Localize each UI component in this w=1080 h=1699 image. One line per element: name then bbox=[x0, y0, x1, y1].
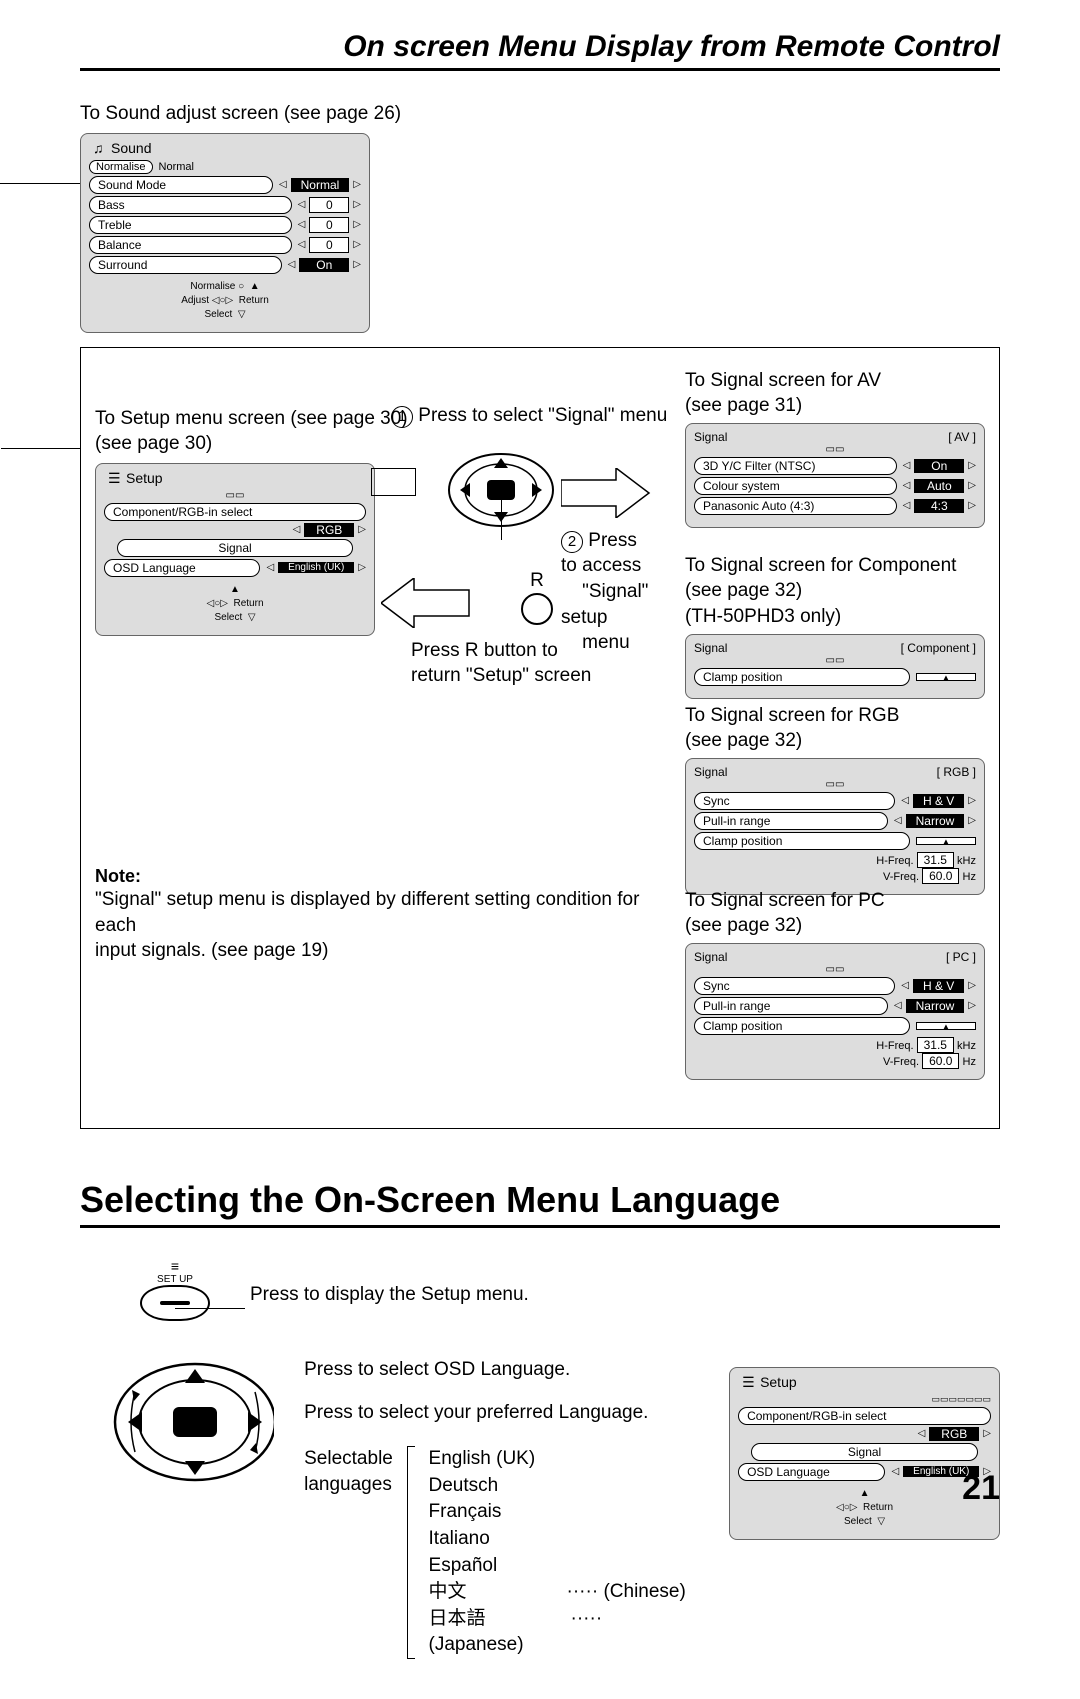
setup-button-icon bbox=[140, 1285, 210, 1321]
setup-btn-label: SET UP bbox=[140, 1274, 210, 1285]
row-label: Sound Mode bbox=[89, 176, 273, 194]
section2-step-c: Press to select your preferred Language. bbox=[304, 1400, 689, 1426]
note-text-1: "Signal" setup menu is displayed by diff… bbox=[95, 887, 655, 938]
signal-comp-cap-a: To Signal screen for Component bbox=[685, 553, 985, 579]
arrow-right-icon bbox=[561, 468, 651, 518]
return-text-a: Press R button to bbox=[411, 640, 558, 661]
row-label: Bass bbox=[89, 196, 292, 214]
section2-step-b: Press to select OSD Language. bbox=[304, 1357, 689, 1383]
small-box bbox=[371, 468, 416, 496]
signal-comp-cap-c: (TH-50PHD3 only) bbox=[685, 604, 985, 630]
selectable-b: languages bbox=[304, 1474, 392, 1495]
row-label: Surround bbox=[89, 256, 282, 274]
setup-osd-2: Setup ▭▭▭▭▭▭▭ Component/RGB-in select ◁R… bbox=[729, 1367, 1000, 1540]
signal-av-osd: Signal[ AV ] ▭▭ 3D Y/C Filter (NTSC)◁On▷… bbox=[685, 423, 985, 528]
row-value: 0 bbox=[309, 237, 349, 253]
setup-osd: Setup ▭▭ Component/RGB-in select ◁RGB▷ S… bbox=[95, 463, 375, 636]
row-label: Balance bbox=[89, 236, 292, 254]
signal-rgb-cap-b: (see page 32) bbox=[685, 728, 985, 754]
signal-pc-cap-a: To Signal screen for PC bbox=[685, 888, 985, 914]
note-label: Note: bbox=[95, 866, 655, 887]
normalise-state: Normal bbox=[159, 161, 194, 173]
signal-pc-cap-b: (see page 32) bbox=[685, 913, 985, 939]
arrow-left-icon bbox=[381, 578, 471, 628]
r-button-icon bbox=[521, 593, 553, 625]
leader-line bbox=[0, 183, 80, 184]
row-value: On bbox=[299, 258, 349, 272]
row-value: 0 bbox=[309, 197, 349, 213]
r-label: R bbox=[521, 568, 553, 594]
note-text-2: input signals. (see page 19) bbox=[95, 938, 655, 964]
osd-footer: Normalise ○ ▲ Adjust ◁○▷ Return Select ▽ bbox=[89, 280, 361, 322]
signal-comp-osd: Signal[ Component ] ▭▭ Clamp position bbox=[685, 634, 985, 699]
leader-line-2 bbox=[1, 448, 81, 449]
language-list: English (UK) Deutsch Français Italiano E… bbox=[429, 1446, 690, 1659]
row-label: Treble bbox=[89, 216, 292, 234]
row-value: Normal bbox=[291, 178, 350, 192]
step1-text: Press to select "Signal" menu bbox=[418, 405, 667, 426]
signal-comp-cap-b: (see page 32) bbox=[685, 578, 985, 604]
section2-step-a: Press to display the Setup menu. bbox=[250, 1282, 529, 1308]
page-number: 21 bbox=[962, 1469, 1000, 1508]
signal-av-cap-b: (see page 31) bbox=[685, 393, 985, 419]
signal-pc-osd: Signal[ PC ] ▭▭ Sync◁H & V▷ Pull-in rang… bbox=[685, 943, 985, 1080]
osd-title: Sound bbox=[89, 140, 361, 156]
signal-rgb-osd: Signal[ RGB ] ▭▭ Sync◁H & V▷ Pull-in ran… bbox=[685, 758, 985, 895]
signal-rgb-cap-a: To Signal screen for RGB bbox=[685, 703, 985, 729]
page-header: On screen Menu Display from Remote Contr… bbox=[80, 30, 1000, 71]
return-text-b: return "Setup" screen bbox=[411, 665, 591, 686]
remote-dpad-large-icon bbox=[110, 1357, 274, 1487]
normalise-pill: Normalise bbox=[89, 160, 153, 174]
sound-osd: Sound Normalise Normal Sound Mode◁Normal… bbox=[80, 133, 370, 333]
row-value: 0 bbox=[309, 217, 349, 233]
sound-caption: To Sound adjust screen (see page 26) bbox=[80, 101, 1000, 127]
section2-title: Selecting the On-Screen Menu Language bbox=[80, 1179, 1000, 1228]
signal-av-cap-a: To Signal screen for AV bbox=[685, 368, 985, 394]
selectable-a: Selectable bbox=[304, 1448, 393, 1469]
